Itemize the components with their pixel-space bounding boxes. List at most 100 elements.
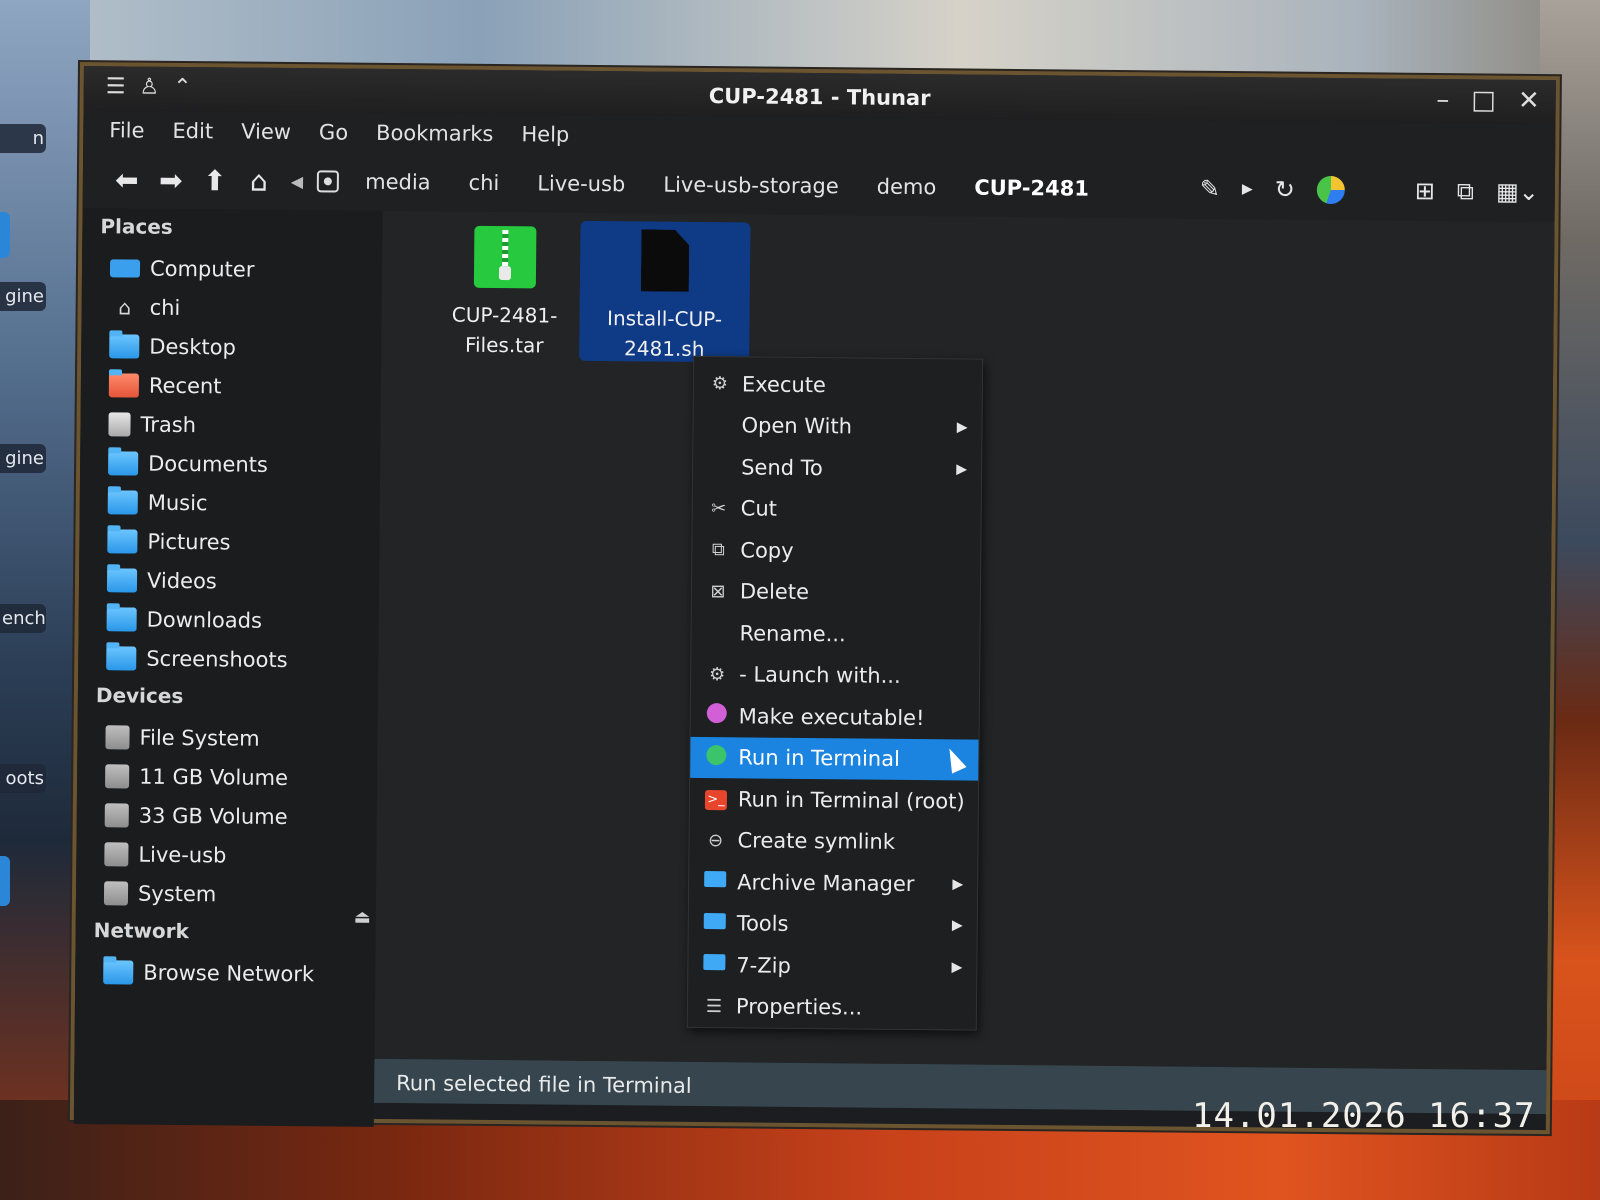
menu-item-send-to[interactable]: Send To ▶ — [693, 446, 981, 490]
breadcrumb-scroll-left-icon[interactable]: ◀ — [291, 172, 303, 191]
menu-item-label: Tools — [736, 911, 789, 937]
disk-usage-icon[interactable] — [1316, 175, 1345, 205]
desktop-icon-label[interactable]: n — [0, 124, 46, 153]
maximize-button[interactable]: □ — [1471, 85, 1496, 115]
recent-folder-icon — [108, 372, 140, 398]
sidebar-item-documents[interactable]: Documents — [80, 443, 380, 485]
menu-item-delete[interactable]: ⊠ Delete — [692, 570, 980, 614]
menu-item-label: Delete — [739, 579, 810, 605]
desktop-icon-label[interactable]: oots — [0, 764, 46, 793]
breadcrumb-scroll-right-icon[interactable]: ▶ — [1242, 181, 1253, 197]
breadcrumb-media[interactable]: media — [365, 170, 431, 195]
network-folder-icon — [103, 959, 134, 985]
sidebar-item-live-usb[interactable]: Live-usb — [76, 834, 376, 876]
menu-item-execute[interactable]: ⚙ Execute — [694, 363, 982, 407]
reload-icon[interactable]: ↻ — [1275, 175, 1295, 203]
sidebar-item-videos[interactable]: Videos — [79, 560, 379, 602]
menu-file[interactable]: File — [109, 118, 144, 142]
menu-item-open-with[interactable]: Open With ▶ — [693, 404, 981, 448]
menu-go[interactable]: Go — [319, 120, 348, 144]
sidebar-item-11gb-volume[interactable]: 11 GB Volume — [77, 756, 377, 798]
close-button[interactable]: ✕ — [1518, 86, 1540, 116]
breadcrumb-demo[interactable]: demo — [877, 175, 937, 200]
menu-item-label: Send To — [741, 455, 823, 480]
drive-icon[interactable] — [317, 170, 340, 193]
breadcrumb-chi[interactable]: chi — [468, 171, 499, 195]
sidebar-item-label: Recent — [148, 373, 222, 398]
sidebar-item-music[interactable]: Music — [80, 482, 380, 524]
folder-icon — [703, 912, 726, 929]
minimize-button[interactable]: – — [1436, 85, 1449, 115]
menu-item-7zip[interactable]: 7-Zip ▶ — [688, 944, 976, 988]
sidebar-item-home[interactable]: ⌂ chi — [81, 287, 381, 329]
menu-item-archive-manager[interactable]: Archive Manager ▶ — [689, 861, 977, 905]
file-item[interactable]: CUP-2481-Files.tar — [419, 221, 590, 361]
menu-item-launch-with[interactable]: ⚙ - Launch with... — [691, 653, 979, 697]
breadcrumb-cup-2481[interactable]: CUP-2481 — [974, 176, 1089, 201]
sidebar-item-recent[interactable]: Recent — [81, 365, 381, 407]
gears-icon: ⚙ — [711, 373, 729, 395]
menu-item-create-symlink[interactable]: ⊖ Create symlink — [689, 819, 977, 863]
menu-bookmarks[interactable]: Bookmarks — [376, 121, 494, 146]
menu-item-properties[interactable]: ☰ Properties... — [688, 985, 976, 1029]
sidebar-item-label: Documents — [148, 451, 269, 477]
view-grid-icon[interactable]: ▦⌄ — [1496, 178, 1539, 206]
computer-icon — [109, 258, 141, 278]
sidebar-item-screenshoots[interactable]: Screenshoots — [78, 638, 378, 680]
archive-icon — [473, 225, 537, 289]
sidebar-item-33gb-volume[interactable]: 33 GB Volume — [77, 795, 377, 837]
sidebar-item-trash[interactable]: Trash — [80, 404, 380, 446]
desktop-app-icon[interactable] — [0, 856, 10, 906]
sidebar-item-downloads[interactable]: Downloads — [78, 599, 378, 641]
sidebar-item-label: Trash — [140, 412, 197, 437]
file-item-selected[interactable]: Install-CUP-2481.sh — [579, 220, 751, 363]
desktop-icon-label[interactable]: gine — [0, 282, 46, 311]
menu-view[interactable]: View — [241, 120, 291, 144]
new-tab-icon[interactable]: ⊞ — [1415, 177, 1435, 205]
sidebar-item-computer[interactable]: Computer — [82, 248, 382, 290]
sidebar-item-label: Videos — [146, 568, 217, 593]
forward-arrow-icon[interactable]: ➡ — [149, 163, 193, 196]
edit-path-icon[interactable]: ✎ — [1200, 175, 1220, 203]
sidebar-item-label: Computer — [149, 256, 255, 282]
sidebar-item-browse-network[interactable]: Browse Network — [75, 952, 375, 994]
side-pane: Places Computer ⌂ chi Desktop Recent Tras… — [73, 208, 383, 1127]
desktop-app-icon[interactable] — [0, 212, 10, 258]
menu-item-make-executable[interactable]: Make executable! — [691, 695, 979, 739]
sidebar-item-label: 11 GB Volume — [139, 764, 289, 790]
sidebar-item-system[interactable]: System — [76, 873, 376, 915]
sidebar-item-label: Pictures — [147, 529, 231, 554]
home-icon[interactable]: ⌂ — [237, 164, 281, 197]
window-title: CUP-2481 - Thunar — [708, 84, 931, 111]
new-window-icon[interactable]: ⧉ — [1457, 177, 1474, 205]
menu-item-run-in-terminal[interactable]: Run in Terminal — [690, 736, 979, 781]
desktop-icon-label[interactable]: gine — [0, 444, 46, 473]
eject-icon[interactable]: ⏏ — [354, 907, 371, 928]
sidebar-item-label: Downloads — [146, 607, 263, 633]
menu-item-run-in-terminal-root[interactable]: >_ Run in Terminal (root) — [690, 778, 978, 822]
sidebar-item-pictures[interactable]: Pictures — [79, 521, 379, 563]
submenu-arrow-icon: ▶ — [956, 461, 968, 478]
breadcrumb-live-usb[interactable]: Live-usb — [537, 171, 625, 196]
drive-icon — [103, 880, 129, 905]
menu-item-label: Rename... — [739, 621, 846, 647]
menu-item-label: Run in Terminal — [738, 745, 900, 772]
sidebar-item-file-system[interactable]: File System — [77, 717, 377, 759]
sidebar-item-label: Music — [147, 490, 208, 515]
menu-item-copy[interactable]: ⧉ Copy — [692, 529, 980, 573]
drive-icon — [105, 724, 130, 750]
desktop-icon-label[interactable]: ench — [0, 604, 46, 633]
menu-help[interactable]: Help — [521, 122, 569, 146]
breadcrumb-live-usb-storage[interactable]: Live-usb-storage — [663, 173, 839, 199]
sidebar-item-desktop[interactable]: Desktop — [81, 326, 381, 368]
back-arrow-icon[interactable]: ⬅ — [105, 163, 149, 196]
up-arrow-icon[interactable]: ⬆ — [193, 164, 237, 197]
menu-item-cut[interactable]: ✂ Cut — [693, 487, 981, 531]
menu-item-label: Create symlink — [737, 828, 896, 855]
folder-icon — [704, 871, 727, 888]
menu-edit[interactable]: Edit — [172, 119, 213, 143]
menu-item-rename[interactable]: Rename... — [691, 612, 979, 656]
menu-item-tools[interactable]: Tools ▶ — [689, 902, 977, 946]
music-folder-icon — [107, 489, 138, 515]
trash-icon — [108, 411, 131, 437]
